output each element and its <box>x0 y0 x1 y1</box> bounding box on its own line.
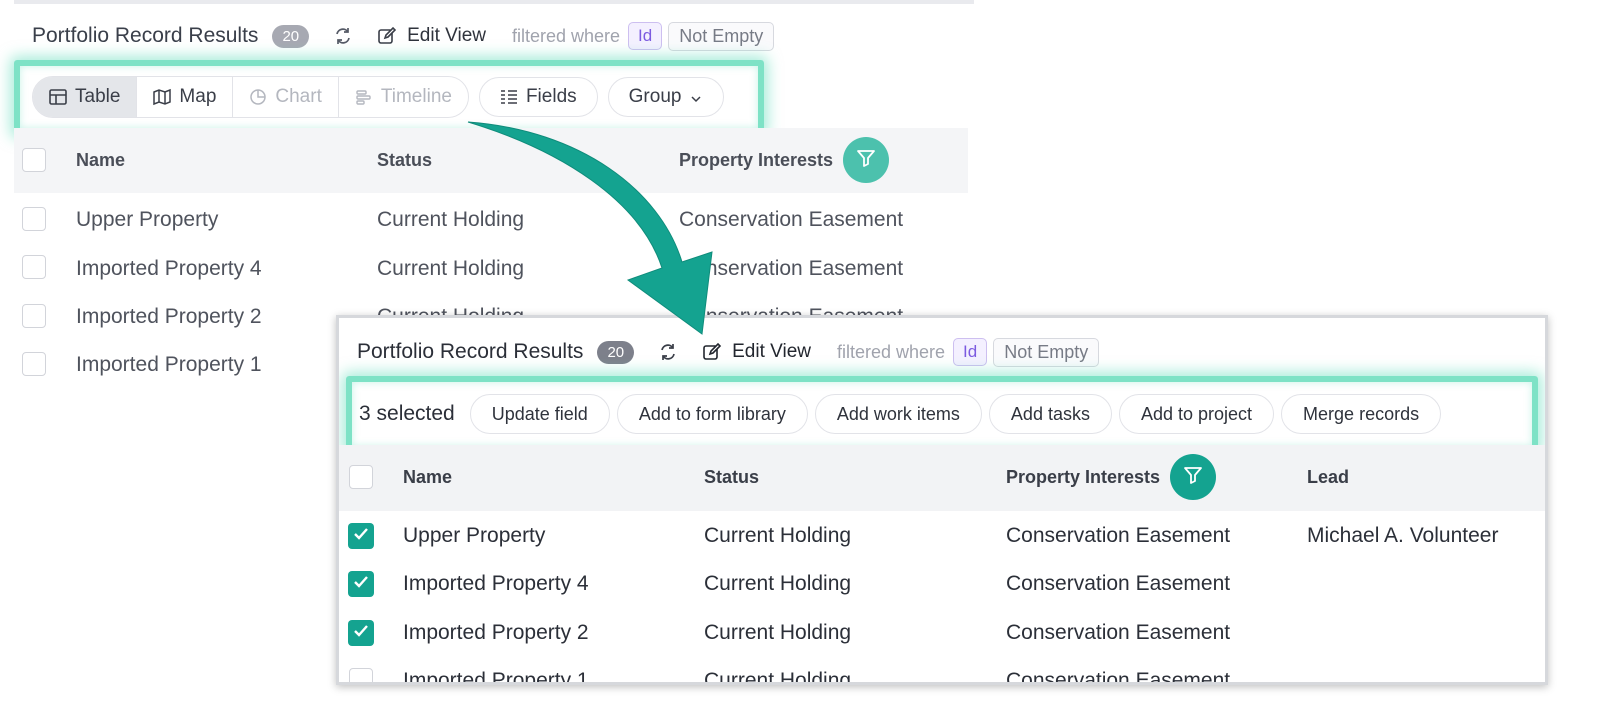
group-dropdown[interactable]: Group <box>607 77 725 117</box>
count-badge: 20 <box>597 340 635 364</box>
column-header-property-interests[interactable]: Property Interests <box>679 150 833 171</box>
row-property-interest: Conservation Easement <box>1006 621 1231 644</box>
fields-label: Fields <box>525 86 577 107</box>
chart-view-label: Chart <box>275 86 322 107</box>
row-checkbox-checked[interactable] <box>348 620 374 646</box>
select-all-checkbox[interactable] <box>22 148 46 172</box>
row-name[interactable]: Imported Property 1 <box>76 353 262 377</box>
add-to-form-library-button[interactable]: Add to form library <box>616 394 808 434</box>
row-property-interest: Conservation Easement <box>1006 669 1231 685</box>
page-title: Portfolio Record Results <box>32 24 259 47</box>
row-status: Current Holding <box>377 257 525 280</box>
edit-view-button[interactable]: Edit View <box>702 341 811 363</box>
edit-view-label: Edit View <box>407 25 486 46</box>
row-name[interactable]: Upper Property <box>403 524 545 548</box>
update-field-button[interactable]: Update field <box>469 394 610 434</box>
chart-view-button[interactable]: Chart <box>232 77 338 117</box>
timeline-icon <box>355 88 373 106</box>
edit-icon <box>702 342 722 362</box>
map-view-button[interactable]: Map <box>136 77 233 117</box>
row-status: Current Holding <box>704 524 852 547</box>
refresh-icon[interactable] <box>658 342 678 362</box>
row-name[interactable]: Upper Property <box>76 208 218 232</box>
row-property-interest: Conservation Easement <box>1006 524 1231 547</box>
fields-button[interactable]: Fields <box>478 77 598 117</box>
group-label: Group <box>628 86 682 107</box>
results-header: Portfolio Record Results 20 Edit View fi… <box>32 20 775 52</box>
row-checkbox[interactable] <box>22 304 46 328</box>
row-checkbox[interactable] <box>349 668 373 682</box>
checkmark-icon <box>352 525 370 548</box>
selected-count: 3 selected <box>359 402 455 425</box>
filter-field-chip[interactable]: Id <box>628 22 663 50</box>
row-name[interactable]: Imported Property 2 <box>403 621 589 645</box>
row-checkbox[interactable] <box>22 207 46 231</box>
add-to-project-button[interactable]: Add to project <box>1118 394 1275 434</box>
add-work-items-button[interactable]: Add work items <box>814 394 982 434</box>
filter-icon <box>856 148 876 173</box>
row-checkbox[interactable] <box>22 255 46 279</box>
row-status: Current Holding <box>704 572 852 595</box>
row-property-interest: Conservation Easement <box>1006 572 1231 595</box>
filter-icon <box>1183 465 1203 490</box>
refresh-icon[interactable] <box>333 26 353 46</box>
row-property-interest: Conservation Easement <box>679 208 904 231</box>
column-filter-button[interactable] <box>843 137 889 183</box>
filtered-where-label: filtered where <box>511 25 621 46</box>
merge-records-button[interactable]: Merge records <box>1281 394 1442 434</box>
count-badge: 20 <box>272 24 310 48</box>
edit-view-button[interactable]: Edit View <box>377 25 486 47</box>
chevron-down-icon <box>689 90 703 104</box>
column-header-status[interactable]: Status <box>377 150 432 171</box>
page-title: Portfolio Record Results <box>357 340 584 363</box>
row-lead: Michael A. Volunteer <box>1307 524 1499 547</box>
checkmark-icon <box>352 573 370 596</box>
row-status: Current Holding <box>704 669 852 685</box>
front-results-panel: Portfolio Record Results 20 Edit View fi… <box>336 315 1548 685</box>
table-view-label: Table <box>75 86 121 107</box>
column-header-name[interactable]: Name <box>403 467 452 488</box>
row-checkbox[interactable] <box>22 352 46 376</box>
row-name[interactable]: Imported Property 1 <box>403 669 589 682</box>
row-checkbox-checked[interactable] <box>348 571 374 597</box>
results-header: Portfolio Record Results 20 Edit View fi… <box>357 336 1100 368</box>
table-view-button[interactable]: Table <box>33 77 137 117</box>
row-name[interactable]: Imported Property 4 <box>76 257 262 281</box>
column-header-name[interactable]: Name <box>76 150 125 171</box>
row-checkbox-checked[interactable] <box>348 523 374 549</box>
column-header-status[interactable]: Status <box>704 467 759 488</box>
view-toolbar: Table Map Chart Timeline Fields Group <box>32 76 725 118</box>
pie-chart-icon <box>249 88 267 106</box>
add-tasks-button[interactable]: Add tasks <box>988 394 1112 434</box>
row-status: Current Holding <box>704 621 852 644</box>
filter-operator-chip[interactable]: Not Empty <box>993 337 1100 367</box>
table-header: Name Status Property Interests <box>14 128 968 193</box>
edit-icon <box>377 26 397 46</box>
column-header-lead[interactable]: Lead <box>1307 467 1349 488</box>
filtered-where-label: filtered where <box>836 341 946 362</box>
top-divider <box>14 0 974 4</box>
filter-field-chip[interactable]: Id <box>953 338 988 366</box>
checkmark-icon <box>352 622 370 645</box>
bulk-action-bar: 3 selected Update field Add to form libr… <box>359 393 1442 435</box>
edit-view-label: Edit View <box>732 341 811 362</box>
select-all-checkbox[interactable] <box>349 465 373 489</box>
map-icon <box>153 88 172 106</box>
row-name[interactable]: Imported Property 4 <box>403 572 589 596</box>
row-property-interest: Conservation Easement <box>679 257 904 280</box>
timeline-view-label: Timeline <box>380 86 452 107</box>
fields-list-icon <box>500 88 518 106</box>
column-filter-button[interactable] <box>1170 454 1216 500</box>
view-switcher: Table Map Chart Timeline <box>32 76 469 118</box>
column-header-property-interests[interactable]: Property Interests <box>1006 467 1160 488</box>
row-status: Current Holding <box>377 208 525 231</box>
table-icon <box>49 88 67 106</box>
row-name[interactable]: Imported Property 2 <box>76 305 262 329</box>
map-view-label: Map <box>179 86 217 107</box>
filter-operator-chip[interactable]: Not Empty <box>668 21 775 51</box>
timeline-view-button[interactable]: Timeline <box>337 77 468 117</box>
table-header: Name Status Property Interests Lead <box>339 445 1545 511</box>
